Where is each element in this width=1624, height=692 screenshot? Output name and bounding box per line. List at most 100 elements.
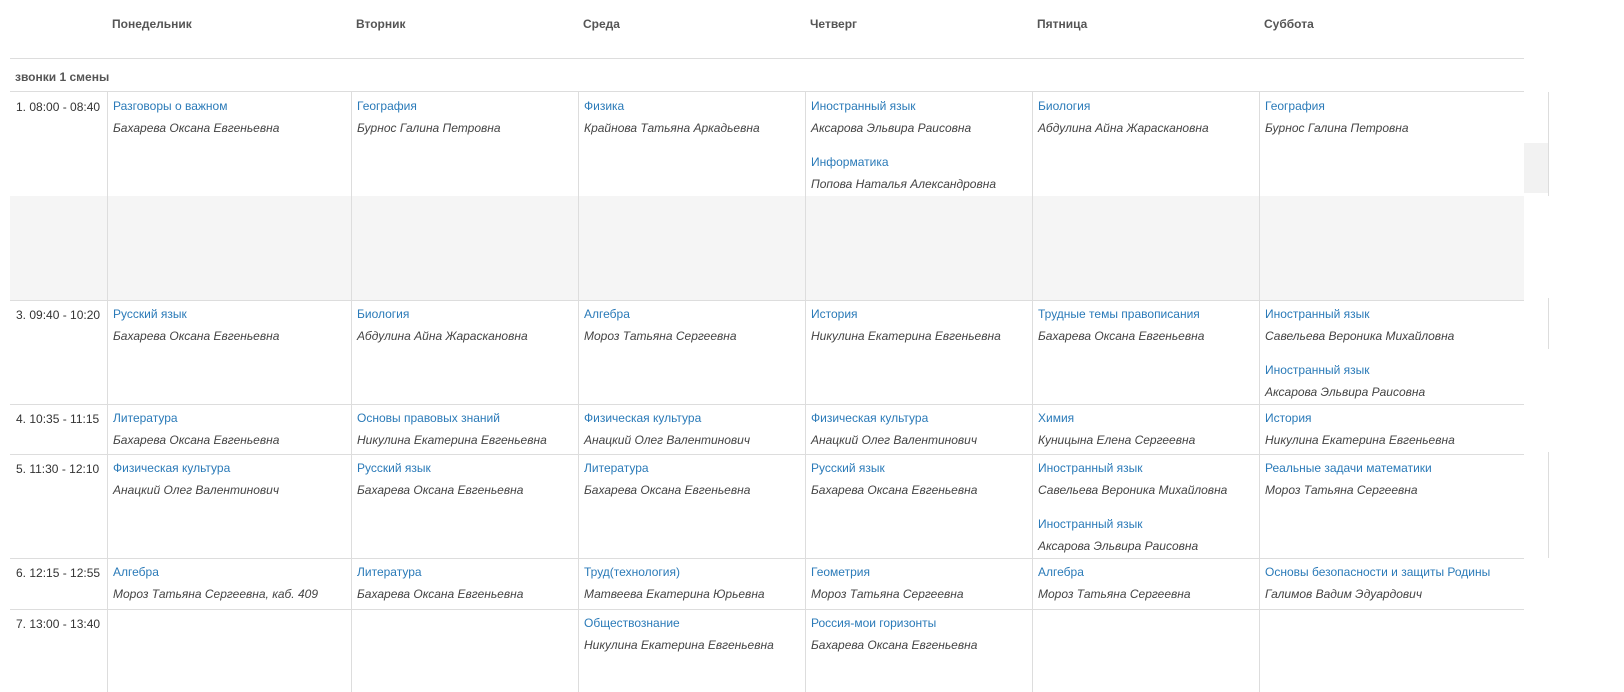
subject-link[interactable]: Обществознание bbox=[584, 616, 774, 630]
schedule-cell: Русский язык Бахарева Оксана Евгеньевна bbox=[113, 307, 279, 363]
schedule-cell: История Никулина Екатерина Евгеньевна bbox=[811, 307, 1001, 363]
lesson-entry: Геометрия Мороз Татьяна Сергеевна bbox=[811, 565, 964, 621]
period-time-5: 5. 11:30 - 12:10 bbox=[16, 462, 100, 476]
teacher-name: Абдулина Айна Жараскановна bbox=[1038, 121, 1209, 135]
subject-link[interactable]: Реальные задачи математики bbox=[1265, 461, 1432, 475]
teacher-name: Анацкий Олег Валентинович bbox=[584, 433, 751, 447]
teacher-name: Крайнова Татьяна Аркадьевна bbox=[584, 121, 760, 135]
subject-link[interactable]: Алгебра bbox=[1038, 565, 1191, 579]
teacher-name: Мороз Татьяна Сергеевна bbox=[811, 587, 964, 601]
lesson-entry: Литература Бахарева Оксана Евгеньевна bbox=[357, 565, 523, 621]
subject-link[interactable]: Литература bbox=[584, 461, 750, 475]
subject-link[interactable]: Иностранный язык bbox=[811, 99, 996, 113]
subject-link[interactable]: Русский язык bbox=[811, 461, 977, 475]
lesson-entry: История Никулина Екатерина Евгеньевна bbox=[1265, 411, 1455, 467]
teacher-name: Мороз Татьяна Сергеевна, каб. 409 bbox=[113, 587, 318, 601]
subject-link[interactable]: Алгебра bbox=[113, 565, 318, 579]
subject-link[interactable]: География bbox=[1265, 99, 1409, 113]
subject-link[interactable]: Литература bbox=[357, 565, 523, 579]
shift-divider bbox=[10, 91, 1524, 92]
subject-link[interactable]: Основы правовых знаний bbox=[357, 411, 547, 425]
subject-link[interactable]: Основы безопасности и защиты Родины bbox=[1265, 565, 1490, 579]
subject-link[interactable]: История bbox=[811, 307, 1001, 321]
teacher-name: Аксарова Эльвира Раисовна bbox=[1265, 385, 1426, 399]
subject-link[interactable]: Геометрия bbox=[811, 565, 964, 579]
schedule-cell: Биология Абдулина Айна Жараскановна bbox=[1038, 99, 1209, 155]
teacher-name: Бахарева Оксана Евгеньевна bbox=[113, 329, 280, 343]
lesson-entry: Реальные задачи математики Мороз Татьяна … bbox=[1265, 461, 1432, 517]
row-divider bbox=[10, 558, 1524, 559]
subject-link[interactable]: Биология bbox=[1038, 99, 1209, 113]
subject-link[interactable]: Алгебра bbox=[584, 307, 737, 321]
lesson-entry: История Никулина Екатерина Евгеньевна bbox=[811, 307, 1001, 363]
subject-link[interactable]: Литература bbox=[113, 411, 279, 425]
teacher-name: Савельева Вероника Михайловна bbox=[1265, 329, 1455, 343]
schedule-cell: Россия-мои горизонты Бахарева Оксана Евге… bbox=[811, 616, 977, 672]
day-header-1: Понедельник bbox=[112, 17, 192, 31]
lesson-entry: Труд(технология) Матвеева Екатерина Юрьев… bbox=[584, 565, 765, 621]
edge-divider-3 bbox=[1548, 452, 1549, 558]
subject-link[interactable]: Иностранный язык bbox=[1038, 461, 1227, 475]
schedule-cell: Физическая культура Анацкий Олег Валентин… bbox=[811, 411, 977, 467]
subject-link[interactable]: Физика bbox=[584, 99, 760, 113]
subject-link[interactable]: Физическая культура bbox=[811, 411, 977, 425]
subject-link[interactable]: Разговоры о важном bbox=[113, 99, 279, 113]
schedule-cell: Труд(технология) Матвеева Екатерина Юрьев… bbox=[584, 565, 765, 621]
teacher-name: Бахарева Оксана Евгеньевна bbox=[357, 483, 524, 497]
lesson-entry: Биология Абдулина Айна Жараскановна bbox=[357, 307, 528, 363]
teacher-name: Анацкий Олег Валентинович bbox=[811, 433, 978, 447]
subject-link[interactable]: Труд(технология) bbox=[584, 565, 765, 579]
teacher-name: Абдулина Айна Жараскановна bbox=[357, 329, 528, 343]
day-header-5: Пятница bbox=[1037, 17, 1088, 31]
header-divider bbox=[10, 58, 1524, 59]
edge-divider-1 bbox=[1548, 92, 1549, 196]
schedule-cell: Литература Бахарева Оксана Евгеньевна bbox=[584, 461, 750, 517]
lesson-entry: Иностранный язык Аксарова Эльвира Раисовн… bbox=[811, 99, 996, 155]
schedule-cell: Химия Куницына Елена Сергеевна bbox=[1038, 411, 1195, 467]
edge-fragment bbox=[1524, 143, 1548, 193]
subject-link[interactable]: Информатика bbox=[811, 155, 996, 169]
teacher-name: Куницына Елена Сергеевна bbox=[1038, 433, 1196, 447]
teacher-name: Бахарева Оксана Евгеньевна bbox=[357, 587, 524, 601]
subject-link[interactable]: Трудные темы правописания bbox=[1038, 307, 1204, 321]
lesson-entry: География Бурнос Галина Петровна bbox=[357, 99, 501, 155]
lesson-entry: Физическая культура Анацкий Олег Валентин… bbox=[811, 411, 977, 467]
lesson-entry: Иностранный язык Савельева Вероника Михай… bbox=[1265, 307, 1454, 363]
teacher-name: Савельева Вероника Михайловна bbox=[1038, 483, 1228, 497]
subject-link[interactable]: Физическая культура bbox=[113, 461, 279, 475]
subject-link[interactable]: История bbox=[1265, 411, 1455, 425]
lesson-entry: Русский язык Бахарева Оксана Евгеньевна bbox=[113, 307, 279, 363]
teacher-name: Бахарева Оксана Евгеньевна bbox=[811, 638, 978, 652]
subject-link[interactable]: Россия-мои горизонты bbox=[811, 616, 977, 630]
schedule-cell: Трудные темы правописания Бахарева Оксана… bbox=[1038, 307, 1204, 363]
schedule-cell: Биология Абдулина Айна Жараскановна bbox=[357, 307, 528, 363]
row-divider bbox=[10, 454, 1524, 455]
subject-link[interactable]: Русский язык bbox=[113, 307, 279, 321]
subject-link[interactable]: Физическая культура bbox=[584, 411, 750, 425]
lesson-entry: География Бурнос Галина Петровна bbox=[1265, 99, 1409, 155]
subject-link[interactable]: Иностранный язык bbox=[1038, 517, 1227, 531]
teacher-name: Бурнос Галина Петровна bbox=[1265, 121, 1409, 135]
subject-link[interactable]: Биология bbox=[357, 307, 528, 321]
subject-link[interactable]: Химия bbox=[1038, 411, 1195, 425]
schedule-cell: Иностранный язык Аксарова Эльвира Раисовн… bbox=[811, 99, 996, 211]
teacher-name: Галимов Вадим Эдуардович bbox=[1265, 587, 1423, 601]
teacher-name: Матвеева Екатерина Юрьевна bbox=[584, 587, 765, 601]
teacher-name: Аксарова Эльвира Раисовна bbox=[811, 121, 972, 135]
subject-link[interactable]: Иностранный язык bbox=[1265, 307, 1454, 321]
teacher-name: Никулина Екатерина Евгеньевна bbox=[1265, 433, 1455, 447]
column-divider-1 bbox=[107, 92, 108, 692]
column-divider-3 bbox=[578, 92, 579, 692]
subject-link[interactable]: Русский язык bbox=[357, 461, 523, 475]
lesson-entry: Иностранный язык Савельева Вероника Михай… bbox=[1038, 461, 1227, 517]
lesson-entry: Обществознание Никулина Екатерина Евгенье… bbox=[584, 616, 774, 672]
column-divider-2 bbox=[351, 92, 352, 692]
schedule-cell: Иностранный язык Савельева Вероника Михай… bbox=[1265, 307, 1454, 419]
subject-link[interactable]: Иностранный язык bbox=[1265, 363, 1454, 377]
lesson-entry: Физическая культура Анацкий Олег Валентин… bbox=[584, 411, 750, 467]
lesson-entry: Литература Бахарева Оксана Евгеньевна bbox=[584, 461, 750, 517]
teacher-name: Попова Наталья Александровна bbox=[811, 177, 996, 191]
schedule-cell: Литература Бахарева Оксана Евгеньевна bbox=[357, 565, 523, 621]
teacher-name: Бахарева Оксана Евгеньевна bbox=[113, 121, 280, 135]
subject-link[interactable]: География bbox=[357, 99, 501, 113]
